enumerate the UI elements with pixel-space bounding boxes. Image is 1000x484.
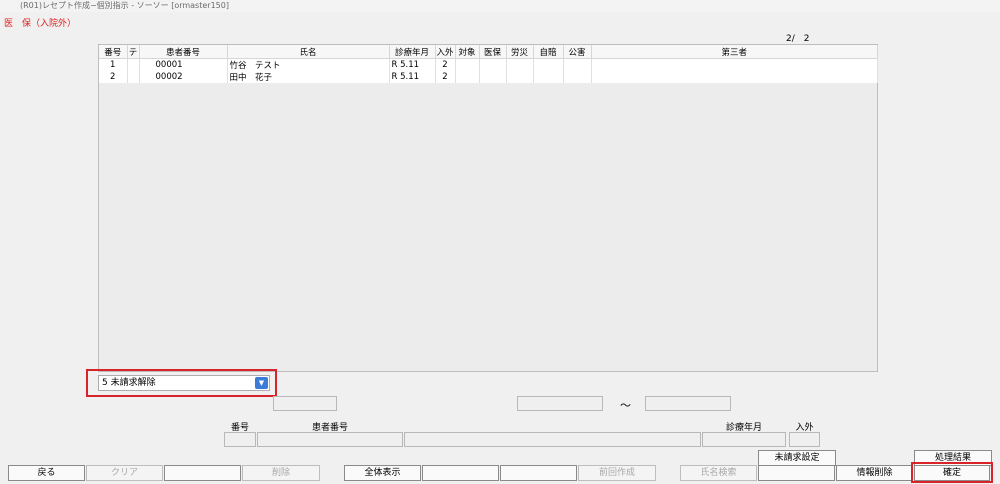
- mishoukyuu-settei-button[interactable]: 未請求設定: [758, 450, 836, 466]
- confirm-button[interactable]: 確定: [914, 465, 990, 481]
- table-row[interactable]: 1 00001 竹谷 テスト R 5.11 2: [99, 58, 878, 71]
- cell-no: 1: [99, 58, 128, 71]
- col-header-jibai[interactable]: 自賠: [533, 45, 564, 59]
- delete-button[interactable]: 削除: [242, 465, 320, 481]
- col-header-name[interactable]: 氏名: [227, 45, 390, 59]
- cell-kougai: [563, 58, 592, 71]
- detail-no-field[interactable]: [224, 432, 256, 447]
- col-header-target[interactable]: 対象: [455, 45, 480, 59]
- receipt-table: 番号 テ 患者番号 氏名 診療年月 入外 対象 医保 労災 自賠 公害 第三者 …: [98, 44, 878, 372]
- cell-io: 2: [435, 71, 456, 83]
- col-header-no[interactable]: 番号: [99, 45, 128, 59]
- function-button-3[interactable]: [164, 465, 241, 481]
- cell-ins: [479, 71, 507, 83]
- range-end-field[interactable]: [645, 396, 731, 411]
- cell-rousai: [506, 58, 534, 71]
- section-title: 医 保（入院外）: [4, 19, 77, 29]
- col-header-ins[interactable]: 医保: [479, 45, 507, 59]
- info-delete-button[interactable]: 情報削除: [836, 465, 913, 481]
- cell-third: [591, 71, 878, 83]
- cell-target: [455, 58, 480, 71]
- col-header-ym[interactable]: 診療年月: [389, 45, 436, 59]
- cell-patient-no: 00001: [139, 58, 228, 71]
- cell-jibai: [533, 71, 564, 83]
- cell-name: 竹谷 テスト: [227, 58, 390, 71]
- chevron-down-icon[interactable]: ▼: [255, 377, 268, 389]
- window-title: (R01)レセプト作成−個別指示 - ソーソー [ormaster150]: [0, 0, 1000, 12]
- col-header-io[interactable]: 入外: [435, 45, 456, 59]
- mode-select-value: 5 未請求解除: [102, 378, 156, 388]
- cell-target: [455, 71, 480, 83]
- function-button-10[interactable]: [758, 465, 835, 481]
- cell-ym: R 5.11: [389, 71, 436, 83]
- cell-te: [127, 71, 140, 83]
- cell-name: 田中 花子: [227, 71, 390, 83]
- detail-ym-field[interactable]: [702, 432, 786, 447]
- cell-ym: R 5.11: [389, 58, 436, 71]
- mode-select[interactable]: 5 未請求解除 ▼: [98, 375, 270, 391]
- col-header-rousai[interactable]: 労災: [506, 45, 534, 59]
- detail-patient-no-field[interactable]: [257, 432, 403, 447]
- show-all-button[interactable]: 全体表示: [344, 465, 421, 481]
- cell-rousai: [506, 71, 534, 83]
- cell-kougai: [563, 71, 592, 83]
- col-header-te[interactable]: テ: [127, 45, 140, 59]
- previous-create-button[interactable]: 前回作成: [578, 465, 656, 481]
- name-search-button[interactable]: 氏名検索: [680, 465, 757, 481]
- function-button-6[interactable]: [422, 465, 499, 481]
- col-header-kougai[interactable]: 公害: [563, 45, 592, 59]
- detail-io-field[interactable]: [789, 432, 820, 447]
- page-indicator: 2/ 2: [786, 34, 810, 44]
- back-button[interactable]: 戻る: [8, 465, 85, 481]
- col-header-patient-no[interactable]: 患者番号: [139, 45, 228, 59]
- table-row[interactable]: 2 00002 田中 花子 R 5.11 2: [99, 71, 878, 83]
- cell-te: [127, 58, 140, 71]
- detail-name-field[interactable]: [404, 432, 701, 447]
- cell-ins: [479, 58, 507, 71]
- cell-no: 2: [99, 71, 128, 83]
- table-header-row: 番号 テ 患者番号 氏名 診療年月 入外 対象 医保 労災 自賠 公害 第三者: [99, 45, 878, 59]
- function-button-7[interactable]: [500, 465, 577, 481]
- range-start-field[interactable]: [517, 396, 603, 411]
- cell-io: 2: [435, 58, 456, 71]
- range-field-1[interactable]: [273, 396, 337, 411]
- range-tilde: 〜: [620, 399, 631, 412]
- cell-jibai: [533, 58, 564, 71]
- cell-patient-no: 00002: [139, 71, 228, 83]
- col-header-third[interactable]: 第三者: [591, 45, 878, 59]
- receipt-grid: 番号 テ 患者番号 氏名 診療年月 入外 対象 医保 労災 自賠 公害 第三者 …: [99, 45, 878, 83]
- cell-third: [591, 58, 878, 71]
- clear-button[interactable]: クリア: [86, 465, 163, 481]
